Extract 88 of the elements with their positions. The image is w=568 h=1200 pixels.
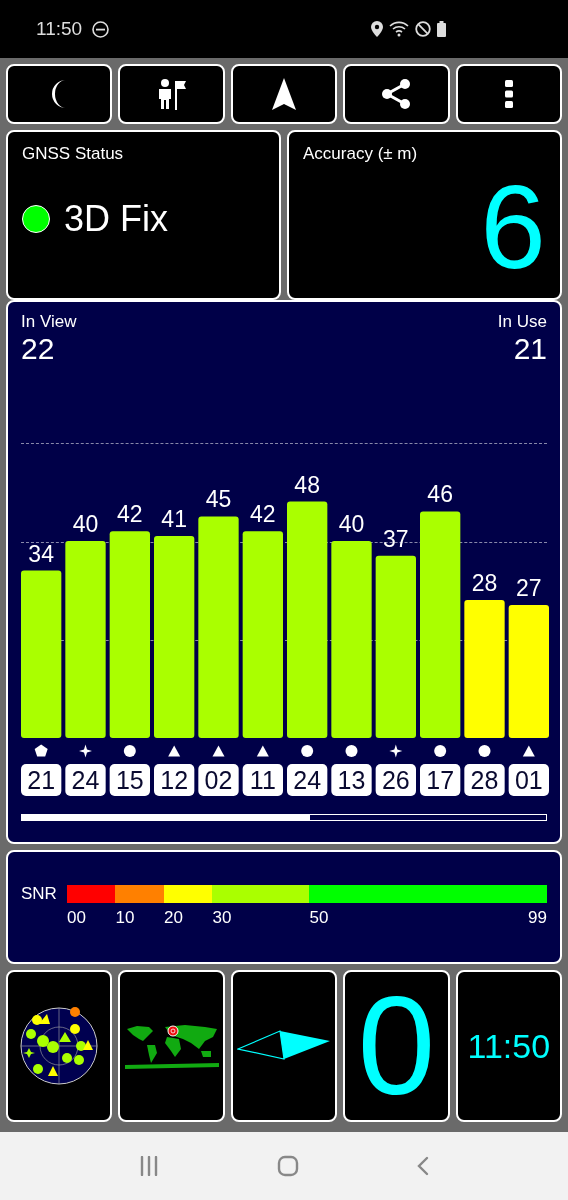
recent-apps-icon[interactable]	[139, 1156, 159, 1176]
satellite-id: 28	[464, 764, 505, 796]
scale-tick: 99	[528, 908, 547, 928]
triangle-icon	[256, 745, 269, 757]
bar-value: 28	[471, 570, 498, 597]
x-tick-label: 11	[249, 766, 276, 794]
triangle-icon	[168, 745, 181, 757]
satellite-id: 01	[508, 764, 549, 796]
scale-tick: 10	[115, 908, 135, 928]
fix-status: 3D Fix	[64, 198, 168, 240]
scale-tick: 00	[67, 908, 86, 928]
bar-value: 46	[427, 481, 453, 508]
x-tick-label: 12	[160, 766, 189, 794]
x-tick-label: 24	[293, 766, 322, 794]
card-title: Accuracy (± m)	[303, 144, 419, 164]
in-view-count: 22	[21, 332, 55, 366]
widget-tile[interactable]	[230, 970, 338, 1122]
satellite-id: 24	[65, 764, 106, 796]
x-tick-label: 02	[204, 766, 233, 794]
bar-value: 27	[516, 575, 542, 602]
x-tick-label: 26	[381, 766, 410, 794]
back-icon[interactable]	[417, 1156, 429, 1176]
bar-value: 34	[28, 540, 54, 567]
location-icon	[371, 21, 383, 37]
widget-tile[interactable]	[6, 970, 113, 1122]
toolbar-button[interactable]	[6, 64, 113, 124]
satellite-id: 13	[331, 764, 372, 796]
star-icon	[389, 744, 403, 758]
snr-label: SNR	[21, 884, 58, 904]
x-tick-label: 21	[27, 766, 56, 794]
star-icon	[79, 744, 92, 758]
toolbar-button[interactable]	[455, 64, 562, 124]
circle-icon	[301, 745, 314, 757]
speed-value: 0	[357, 976, 436, 1116]
x-tick-label: 28	[470, 766, 499, 794]
card-title: GNSS Status	[22, 144, 125, 164]
x-tick-label: 15	[115, 766, 144, 794]
satellite-id: 15	[109, 764, 150, 796]
bar-value: 37	[383, 525, 409, 552]
status-time: 11:50	[36, 18, 83, 40]
battery-icon	[437, 21, 446, 37]
satellite-id: 02	[198, 764, 239, 796]
accuracy-value: 6	[480, 168, 546, 286]
circle-icon	[434, 745, 447, 757]
in-use-label: In Use	[497, 312, 547, 332]
home-icon[interactable]	[277, 1155, 299, 1177]
satellite-id: 17	[420, 764, 461, 796]
satellite-id: 12	[154, 764, 195, 796]
in-view-label: In View	[21, 312, 77, 332]
satellite-id: 24	[287, 764, 328, 796]
do-not-disturb-icon	[92, 20, 110, 38]
satellite-id: 26	[375, 764, 416, 796]
circle-icon	[345, 745, 358, 757]
bar-value: 48	[294, 471, 320, 498]
pentagon-icon	[34, 744, 48, 757]
bar-value: 40	[338, 511, 365, 537]
bar-value: 45	[205, 486, 232, 513]
toolbar-button[interactable]	[343, 64, 450, 124]
x-tick-label: 01	[514, 766, 543, 794]
more-icon	[504, 80, 513, 108]
scale-tick: 50	[309, 908, 329, 928]
satellite-id: 11	[242, 764, 283, 796]
person-with-flag-icon	[156, 78, 187, 110]
satellite-id: 21	[21, 764, 62, 796]
blocked-icon	[415, 21, 431, 37]
bar-value: 40	[72, 511, 99, 537]
circle-icon	[123, 745, 136, 757]
widget-tile[interactable]: 0	[343, 970, 450, 1122]
toolbar-button[interactable]	[118, 64, 225, 124]
navigation-arrow-icon	[272, 78, 296, 110]
bar-value: 41	[161, 506, 187, 533]
bar-value: 42	[250, 501, 276, 528]
wifi-icon	[389, 21, 409, 37]
in-use-count: 21	[513, 332, 547, 366]
triangle-icon	[522, 745, 535, 757]
share-icon	[381, 79, 412, 109]
clock-time: 11:50	[467, 1026, 551, 1066]
toolbar-button[interactable]	[230, 64, 338, 124]
x-tick-label: 13	[337, 766, 366, 794]
widget-tile[interactable]: 11:50	[455, 970, 562, 1122]
circle-icon	[478, 745, 491, 757]
x-tick-label: 17	[426, 766, 455, 794]
scale-tick: 20	[163, 908, 183, 928]
x-tick-label: 24	[71, 766, 100, 794]
scale-tick: 30	[212, 908, 232, 928]
triangle-icon	[212, 745, 225, 757]
bar-value: 42	[117, 501, 143, 528]
widget-tile[interactable]	[118, 970, 225, 1122]
